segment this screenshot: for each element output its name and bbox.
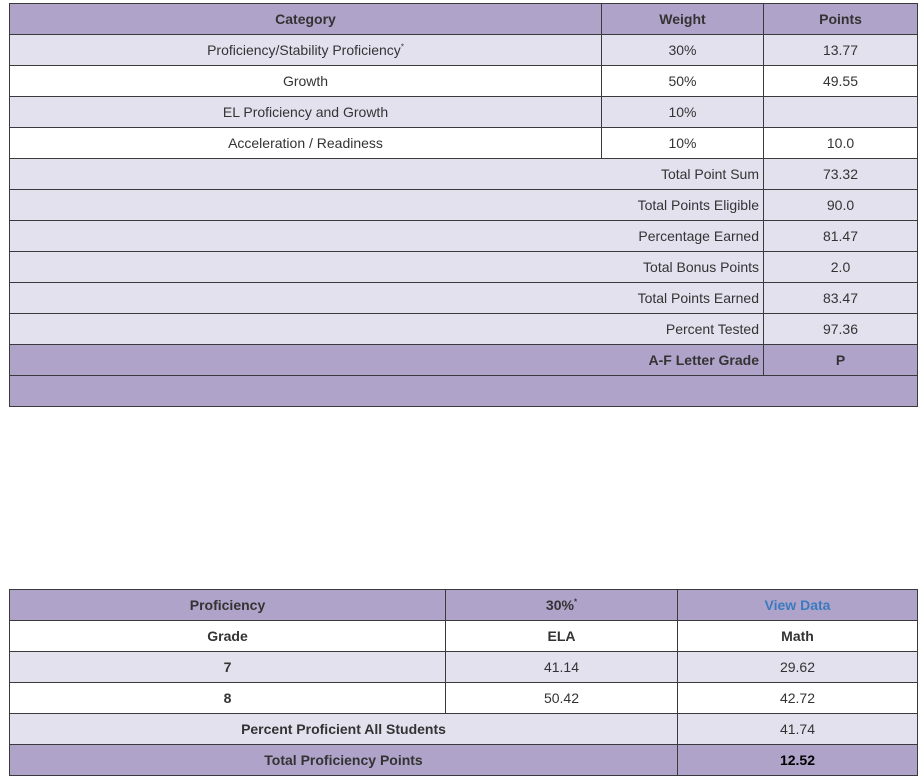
ela-cell: 41.14 (445, 651, 678, 683)
total-proficiency-label: Total Proficiency Points (9, 744, 678, 776)
percent-proficient-row: Percent Proficient All Students 41.74 (9, 713, 918, 745)
summary-value: 83.47 (763, 282, 918, 314)
letter-grade-value: P (763, 344, 918, 376)
table-footer-bar (9, 375, 918, 407)
points-cell (763, 96, 918, 128)
math-header: Math (677, 620, 918, 652)
proficiency-weight: 30%* (445, 589, 678, 621)
percent-proficient-value: 41.74 (677, 713, 918, 745)
table-row: Acceleration / Readiness 10% 10.0 (9, 127, 918, 159)
weight-cell: 30% (601, 34, 764, 66)
category-cell: EL Proficiency and Growth (9, 96, 602, 128)
proficiency-table: Proficiency 30%* View Data Grade ELA Mat… (9, 589, 918, 776)
summary-label: Total Point Sum (9, 158, 764, 190)
header-row: Proficiency 30%* View Data (9, 589, 918, 621)
points-header: Points (763, 3, 918, 35)
total-proficiency-row: Total Proficiency Points 12.52 (9, 744, 918, 776)
weight-cell: 10% (601, 96, 764, 128)
category-cell: Acceleration / Readiness (9, 127, 602, 159)
summary-label: Total Points Earned (9, 282, 764, 314)
summary-row: Total Bonus Points 2.0 (9, 251, 918, 283)
footnote-marker: * (573, 597, 578, 607)
category-header: Category (9, 3, 602, 35)
summary-label: Percent Tested (9, 313, 764, 345)
ela-cell: 50.42 (445, 682, 678, 714)
footnote-marker: * (400, 42, 404, 52)
summary-row: Total Points Earned 83.47 (9, 282, 918, 314)
weight-label: 30% (545, 597, 574, 613)
category-label: Proficiency/Stability Proficiency (207, 42, 401, 58)
grade-cell: 7 (9, 651, 446, 683)
points-cell: 49.55 (763, 65, 918, 97)
footer-bar-cell (9, 375, 918, 407)
view-data-cell: View Data (677, 589, 918, 621)
table-row: 8 50.42 42.72 (9, 682, 918, 714)
letter-grade-table: Category Weight Points Proficiency/Stabi… (9, 3, 918, 407)
table-row: Proficiency/Stability Proficiency* 30% 1… (9, 34, 918, 66)
letter-grade-row: A-F Letter Grade P (9, 344, 918, 376)
summary-value: 97.36 (763, 313, 918, 345)
weight-cell: 10% (601, 127, 764, 159)
summary-label: Total Points Eligible (9, 189, 764, 221)
summary-row: Percentage Earned 81.47 (9, 220, 918, 252)
subheader-row: Grade ELA Math (9, 620, 918, 652)
points-cell: 13.77 (763, 34, 918, 66)
grade-header: Grade (9, 620, 446, 652)
grade-cell: 8 (9, 682, 446, 714)
view-data-link[interactable]: View Data (765, 597, 831, 613)
math-cell: 29.62 (677, 651, 918, 683)
weight-cell: 50% (601, 65, 764, 97)
table-row: 7 41.14 29.62 (9, 651, 918, 683)
table-row: Growth 50% 49.55 (9, 65, 918, 97)
proficiency-title: Proficiency (9, 589, 446, 621)
category-cell: Proficiency/Stability Proficiency* (9, 34, 602, 66)
points-cell: 10.0 (763, 127, 918, 159)
header-row: Category Weight Points (9, 3, 918, 35)
summary-label: Total Bonus Points (9, 251, 764, 283)
weight-header: Weight (601, 3, 764, 35)
total-proficiency-value: 12.52 (677, 744, 918, 776)
summary-value: 90.0 (763, 189, 918, 221)
math-cell: 42.72 (677, 682, 918, 714)
percent-proficient-label: Percent Proficient All Students (9, 713, 678, 745)
letter-grade-label: A-F Letter Grade (9, 344, 764, 376)
summary-value: 2.0 (763, 251, 918, 283)
ela-header: ELA (445, 620, 678, 652)
summary-row: Total Point Sum 73.32 (9, 158, 918, 190)
summary-label: Percentage Earned (9, 220, 764, 252)
summary-value: 73.32 (763, 158, 918, 190)
summary-value: 81.47 (763, 220, 918, 252)
summary-row: Total Points Eligible 90.0 (9, 189, 918, 221)
summary-row: Percent Tested 97.36 (9, 313, 918, 345)
category-cell: Growth (9, 65, 602, 97)
table-row: EL Proficiency and Growth 10% (9, 96, 918, 128)
